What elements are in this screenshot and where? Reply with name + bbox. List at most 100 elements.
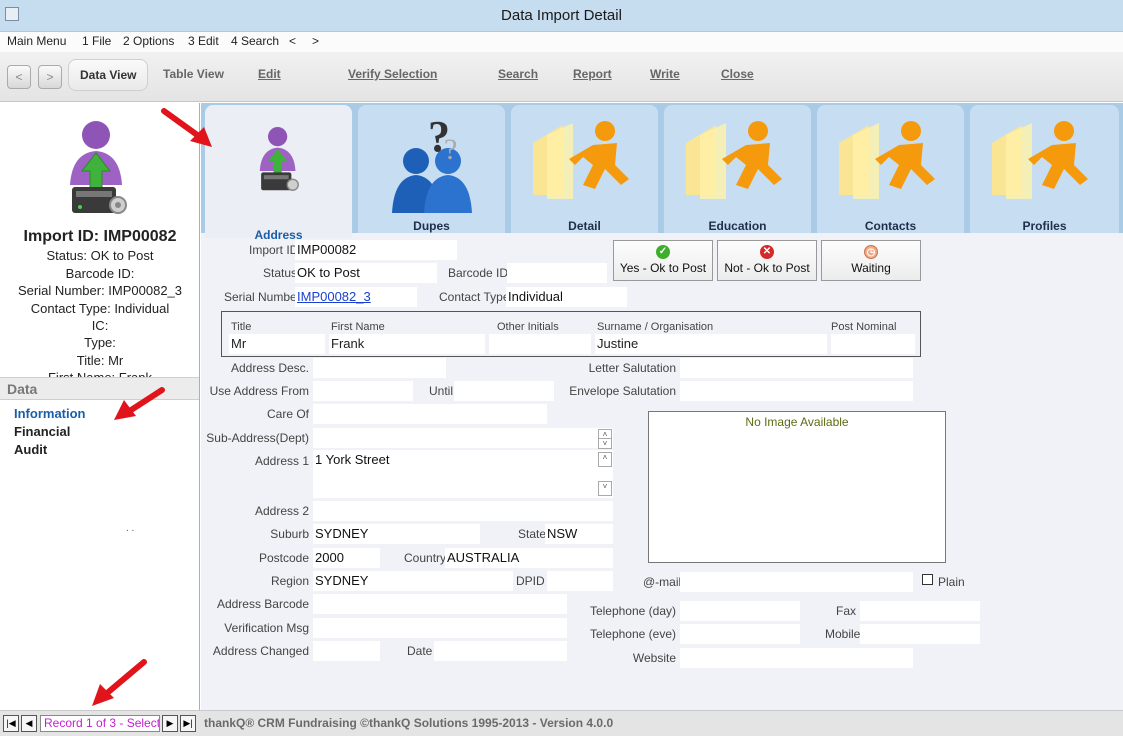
summary-import-id: Import ID: IMP00082 bbox=[23, 228, 177, 245]
address-changed-label: Address Changed bbox=[212, 644, 309, 658]
close-button[interactable]: Close bbox=[721, 67, 754, 81]
title-field[interactable]: Mr bbox=[229, 334, 325, 354]
address1-field[interactable]: 1 York Street bbox=[313, 450, 613, 498]
write-button[interactable]: Write bbox=[650, 67, 680, 81]
email-field[interactable] bbox=[680, 572, 913, 592]
waiting-button[interactable]: ◷ Waiting bbox=[821, 240, 921, 281]
address1-scroll-down[interactable]: ˅ bbox=[598, 481, 612, 496]
plain-checkbox[interactable] bbox=[922, 574, 933, 585]
status-field[interactable]: OK to Post bbox=[295, 263, 437, 283]
telephone-day-field[interactable] bbox=[680, 601, 800, 621]
import-id-field[interactable]: IMP00082 bbox=[295, 240, 457, 260]
tab-education-label: Education bbox=[708, 219, 767, 233]
barcode-id-field[interactable] bbox=[507, 263, 607, 283]
summary-barcode: Barcode ID: bbox=[65, 265, 135, 281]
last-record-button[interactable]: ▶| bbox=[180, 715, 196, 732]
telephone-eve-field[interactable] bbox=[680, 624, 800, 644]
sub-address-scroll-down[interactable]: ˅ bbox=[598, 438, 612, 449]
dpid-field[interactable] bbox=[547, 571, 613, 591]
table-view-button[interactable]: Table View bbox=[163, 67, 224, 81]
email-label: @-mail bbox=[643, 575, 682, 589]
status-label: Status bbox=[263, 266, 298, 280]
verify-selection-label: Verify Selection bbox=[348, 67, 438, 81]
mobile-field[interactable] bbox=[860, 624, 980, 644]
close-button-label: Close bbox=[721, 67, 754, 81]
first-name-field[interactable]: Frank bbox=[329, 334, 485, 354]
menu-back[interactable]: < bbox=[289, 34, 296, 48]
address-changed-field[interactable] bbox=[313, 641, 380, 661]
contact-type-field[interactable]: Individual bbox=[506, 287, 627, 307]
first-record-button[interactable]: |◀ bbox=[3, 715, 19, 732]
suburb-field[interactable]: SYDNEY bbox=[313, 524, 480, 544]
nav-information[interactable]: Information bbox=[14, 405, 86, 423]
country-field[interactable]: AUSTRALIA bbox=[445, 548, 613, 568]
tab-education[interactable]: Education bbox=[664, 105, 811, 233]
post-nominal-field[interactable] bbox=[831, 334, 915, 354]
address1-scroll-up[interactable]: ˄ bbox=[598, 452, 612, 467]
address2-label: Address 2 bbox=[254, 504, 309, 518]
letter-salutation-field[interactable] bbox=[680, 358, 913, 378]
verification-msg-field[interactable] bbox=[313, 618, 567, 638]
date-field[interactable] bbox=[434, 641, 567, 661]
use-address-from-field[interactable] bbox=[313, 381, 413, 401]
envelope-salutation-field[interactable] bbox=[680, 381, 913, 401]
region-field[interactable]: SYDNEY bbox=[313, 571, 513, 591]
title-bar: Data Import Detail bbox=[0, 0, 1123, 32]
postcode-field[interactable]: 2000 bbox=[313, 548, 380, 568]
back-button[interactable]: < bbox=[7, 65, 31, 89]
fax-label: Fax bbox=[836, 604, 857, 618]
waiting-label: Waiting bbox=[851, 261, 891, 275]
menu-file[interactable]: 1 File bbox=[82, 34, 111, 48]
sub-address-field[interactable] bbox=[313, 428, 613, 448]
address-desc-field[interactable] bbox=[313, 358, 446, 378]
contact-type-label: Contact Type bbox=[439, 290, 510, 304]
surname-label: Surname / Organisation bbox=[597, 321, 714, 333]
nav-financial[interactable]: Financial bbox=[14, 423, 86, 441]
barcode-id-label: Barcode ID bbox=[448, 266, 509, 280]
window-title: Data Import Detail bbox=[501, 7, 622, 24]
report-button[interactable]: Report bbox=[573, 67, 612, 81]
website-field[interactable] bbox=[680, 648, 913, 668]
state-field[interactable]: NSW bbox=[545, 524, 613, 544]
menu-options[interactable]: 2 Options bbox=[123, 34, 174, 48]
tab-address[interactable]: Address bbox=[205, 105, 352, 242]
yes-ok-to-post-button[interactable]: ✓ Yes - Ok to Post bbox=[613, 240, 713, 281]
next-record-button[interactable]: ▶ bbox=[162, 715, 178, 732]
not-ok-to-post-button[interactable]: ✕ Not - Ok to Post bbox=[717, 240, 817, 281]
report-button-label: Report bbox=[573, 67, 612, 81]
forward-button[interactable]: > bbox=[38, 65, 62, 89]
edit-button[interactable]: Edit bbox=[258, 67, 281, 81]
address-barcode-field[interactable] bbox=[313, 594, 567, 614]
edit-button-label: Edit bbox=[258, 67, 281, 81]
fax-field[interactable] bbox=[860, 601, 980, 621]
dupes-icon: ? ? bbox=[392, 115, 472, 213]
address2-field[interactable] bbox=[313, 501, 613, 521]
menu-edit[interactable]: 3 Edit bbox=[188, 34, 219, 48]
search-button[interactable]: Search bbox=[498, 67, 538, 81]
copyright-text: thankQ® CRM Fundraising ©thankQ Solution… bbox=[204, 716, 614, 730]
nav-audit[interactable]: Audit bbox=[14, 441, 86, 459]
tab-detail[interactable]: Detail bbox=[511, 105, 658, 233]
tab-contacts-label: Contacts bbox=[864, 219, 917, 233]
serial-number-link[interactable]: IMP00082_3 bbox=[295, 287, 417, 307]
verify-selection-button[interactable]: Verify Selection bbox=[348, 67, 437, 81]
state-label: State bbox=[518, 527, 547, 541]
tab-detail-label: Detail bbox=[568, 219, 601, 233]
address-desc-label: Address Desc. bbox=[230, 361, 309, 375]
tab-dupes[interactable]: ? ? Dupes bbox=[358, 105, 505, 233]
care-of-field[interactable] bbox=[313, 404, 547, 424]
region-label: Region bbox=[270, 574, 309, 588]
prev-record-button[interactable]: ◀ bbox=[21, 715, 37, 732]
tab-profiles-label: Profiles bbox=[1022, 219, 1067, 233]
post-nominal-label: Post Nominal bbox=[831, 321, 897, 333]
other-initials-field[interactable] bbox=[489, 334, 591, 354]
until-field[interactable] bbox=[454, 381, 554, 401]
menu-search[interactable]: 4 Search bbox=[231, 34, 279, 48]
tab-profiles[interactable]: Profiles bbox=[970, 105, 1119, 233]
surname-field[interactable]: Justine bbox=[595, 334, 827, 354]
tab-contacts[interactable]: Contacts bbox=[817, 105, 964, 233]
menu-forward[interactable]: > bbox=[312, 34, 319, 48]
menu-bar: Main Menu 1 File 2 Options 3 Edit 4 Sear… bbox=[0, 32, 1123, 52]
data-view-button[interactable]: Data View bbox=[68, 59, 149, 91]
menu-main-menu[interactable]: Main Menu bbox=[7, 34, 66, 48]
